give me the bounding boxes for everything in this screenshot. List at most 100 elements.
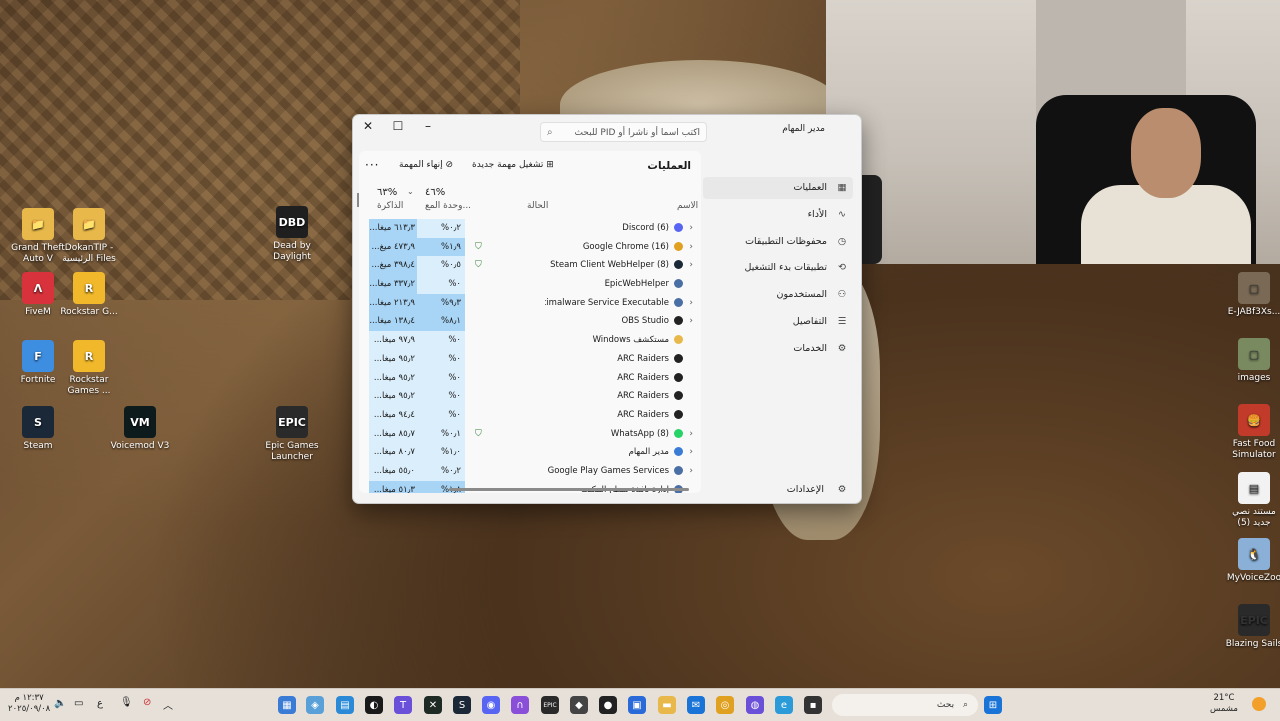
desktop-shortcut[interactable]: EPIC Blazing Sails [1222,604,1280,650]
wifi-icon[interactable]: ▭ [74,698,83,709]
memory-column-label[interactable]: الذاكرة [377,201,403,211]
sidebar-item-settings[interactable]: ⚙ الإعدادات [703,479,853,501]
table-row[interactable]: ٩٤٫٤ ميغا... ٠% ARC Raiders [359,405,701,425]
steam-taskbar-icon[interactable]: S [453,696,471,714]
table-row[interactable]: ٢١٣٫٩ ميغا... ٩٫٣% ‹ Antimalware Service Ex… [359,293,701,313]
desktop-shortcut[interactable]: 🍔 Fast Food Simulator [1222,404,1280,461]
notepad-taskbar-icon[interactable]: ▤ [336,696,354,714]
table-row[interactable]: ٩٧٫٩ ميغا... ٠% مستكشف Windows [359,331,701,350]
desktop-shortcut[interactable]: DBD Dead by Daylight [260,206,324,263]
cube-taskbar-icon[interactable]: ◆ [570,696,588,714]
table-row[interactable]: ٦١٣٫٣ ميغا... ٠٫٢% ‹ Discord (6) [359,219,701,238]
search-placeholder: اكتب اسما أو ناشرا أو PID للبحث [574,128,700,138]
expand-chevron-icon[interactable]: ‹ [683,219,693,238]
search-input[interactable]: ⌕ اكتب اسما أو ناشرا أو PID للبحث [540,122,707,142]
process-name-cell: مستكشف Windows [545,331,699,350]
sidebar-item-users[interactable]: ⚇ المستخدمون [703,284,853,306]
run-new-task-button[interactable]: تشغيل مهمة جديدة ⊞ [472,160,554,170]
record-icon[interactable]: ⊘ [143,697,151,708]
maximize-button[interactable]: ☐ [383,115,413,137]
sidebar-item-label: تطبيقات بدء التشغيل [744,262,827,274]
more-options-button[interactable]: ··· [365,158,379,172]
terminal-taskbar-icon[interactable]: ▪ [804,696,822,714]
table-row[interactable]: ٥١٫٣ ميغا...١٫٨% إدارة نافذة سطح المكتب [359,480,701,493]
sidebar-item-details[interactable]: ☰ التفاصيل [703,311,853,333]
memory-cell: ٩٤٫٤ ميغا... [369,405,417,425]
sidebar-item-processes[interactable]: ▦ العمليات [703,177,853,199]
memory-column-percent[interactable]: ٦٣% [377,187,397,198]
store-taskbar-icon[interactable]: ▣ [628,696,646,714]
table-row[interactable]: ٤٧٣٫٩ ميغ... ١٫٩% ⛉ ‹ Google Chrome (16) [359,237,701,257]
vertical-scrollbar[interactable] [357,193,359,207]
sidebar-item-performance[interactable]: ∿ الأداء [703,204,853,226]
expand-chevron-icon[interactable]: ‹ [683,238,693,257]
expand-chevron-icon[interactable]: ‹ [683,294,693,313]
expand-chevron-icon[interactable]: ‹ [683,256,693,275]
table-row[interactable]: ٨٠٫٧ ميغا... ١٫٠% ‹ مدير المهام [359,443,701,462]
name-column-label[interactable]: الاسم [677,201,698,211]
file-explorer-taskbar-icon[interactable]: ▬ [658,696,676,714]
speaker-icon[interactable]: 🔈 [54,698,66,709]
sidebar-item-startup[interactable]: ⟲ تطبيقات بدء التشغيل [703,257,853,279]
expand-chevron-icon[interactable]: ‹ [683,443,693,462]
task-manager-taskbar-icon[interactable]: ▦ [278,696,296,714]
desktop-shortcut[interactable]: R Rockstar Games ... [57,340,121,397]
teams-taskbar-icon[interactable]: T [394,696,412,714]
outlook-taskbar-icon[interactable]: ✉ [687,696,705,714]
app-taskbar-icon[interactable]: ◈ [306,696,324,714]
table-row[interactable]: ٥٥٫٠ ميغا... ٠٫٢% ‹ Google Play Games Servi… [359,461,701,481]
expand-chevron-icon[interactable]: ‹ [683,462,693,481]
epic-taskbar-icon[interactable]: EPIC [541,696,559,714]
obs-taskbar-icon[interactable]: ● [599,696,617,714]
headset-taskbar-icon[interactable]: ∩ [511,696,529,714]
weather-widget[interactable]: 21°C مشمس [1210,693,1238,715]
sidebar-item-history[interactable]: ◷ محفوظات التطبيقات [703,231,853,253]
cpu-column-label[interactable]: وحدة المع... [425,201,471,211]
chevron-up-icon[interactable]: ︿ [163,697,173,712]
table-row[interactable]: ٩٥٫٢ ميغا... ٠% ARC Raiders [359,387,701,406]
process-name: Antimalware Service Executable [545,297,669,308]
process-name: Steam Client WebHelper (8) [550,260,669,271]
status-column-label[interactable]: الحالة [527,201,548,211]
desktop-shortcut[interactable]: R Rockstar G... [57,272,121,318]
desktop-shortcut[interactable]: EPIC Epic Games Launcher [260,406,324,463]
desktop-shortcut[interactable]: VM Voicemod V3 [108,406,172,452]
start-button-icon[interactable]: ⊞ [984,696,1002,714]
desktop-shortcut[interactable]: 🐧 MyVoiceZoo [1222,538,1280,584]
cpu-cell: ٠٫٥% [417,256,465,276]
table-row[interactable]: ٣٣٧٫٢ ميغا... ٠% EpicWebHelper [359,275,701,294]
memory-cell: ٥١٫٣ ميغا... [369,480,417,493]
edge-taskbar-icon[interactable]: e [775,696,793,714]
table-row[interactable]: ٩٥٫٢ ميغا... ٠% ARC Raiders [359,349,701,369]
table-row[interactable]: ١٣٨٫٤ ميغا... ٨٫١% ‹ OBS Studio [359,312,701,332]
table-row[interactable]: ٩٥٫٢ ميغا... ٠% ARC Raiders [359,368,701,388]
discord-taskbar-icon[interactable]: ◉ [482,696,500,714]
xbox-taskbar-icon[interactable]: ✕ [424,696,442,714]
cpu-column-percent[interactable]: ٤٦% [425,187,445,198]
shortcut-icon: EPIC [276,406,308,438]
expand-chevron-icon[interactable]: ‹ [683,425,693,444]
taskbar-search-input[interactable]: ⌕ بحث [832,694,978,716]
shortcut-icon: Λ [22,272,54,304]
table-row[interactable]: ٨٥٫٧ ميغا... ٠٫١% ⛉ ‹ WhatsApp (8) [359,424,701,444]
app2-taskbar-icon[interactable]: ◍ [746,696,764,714]
table-row[interactable]: ٣٩٨٫٤ ميغ... ٠٫٥% ⛉ ‹ Steam Client WebHelper… [359,256,701,276]
expand-chevron-icon[interactable]: ‹ [683,312,693,331]
chrome-taskbar-icon[interactable]: ◎ [716,696,734,714]
arc-raiders-taskbar-icon[interactable]: ◐ [365,696,383,714]
desktop-shortcut[interactable]: ▢ E-JABf3Xs... [1222,272,1280,318]
desktop-shortcut[interactable]: ▤ مستند نصي جديد (5) [1222,472,1280,529]
end-task-button[interactable]: إنهاء المهمة ⊘ [399,160,453,170]
microphone-icon[interactable]: 🎙 [120,697,133,708]
language-indicator[interactable]: ع [97,698,103,709]
shortcut-icon: 🐧 [1238,538,1270,570]
desktop-shortcut[interactable]: ▢ images [1222,338,1280,384]
clock[interactable]: ١٢:٣٧ م ٢٠٢٥/٠٩/٠٨ [8,693,50,715]
minimize-button[interactable]: – [413,115,443,137]
desktop-shortcut[interactable]: S Steam [6,406,70,452]
horizontal-scrollbar[interactable] [449,488,689,491]
desktop-shortcut[interactable]: 📁 DokanTIP - الرئيسية Files [57,208,121,265]
close-button[interactable]: ✕ [353,115,383,137]
shortcut-icon: F [22,340,54,372]
sidebar-item-services[interactable]: ⚙ الخدمات [703,338,853,360]
